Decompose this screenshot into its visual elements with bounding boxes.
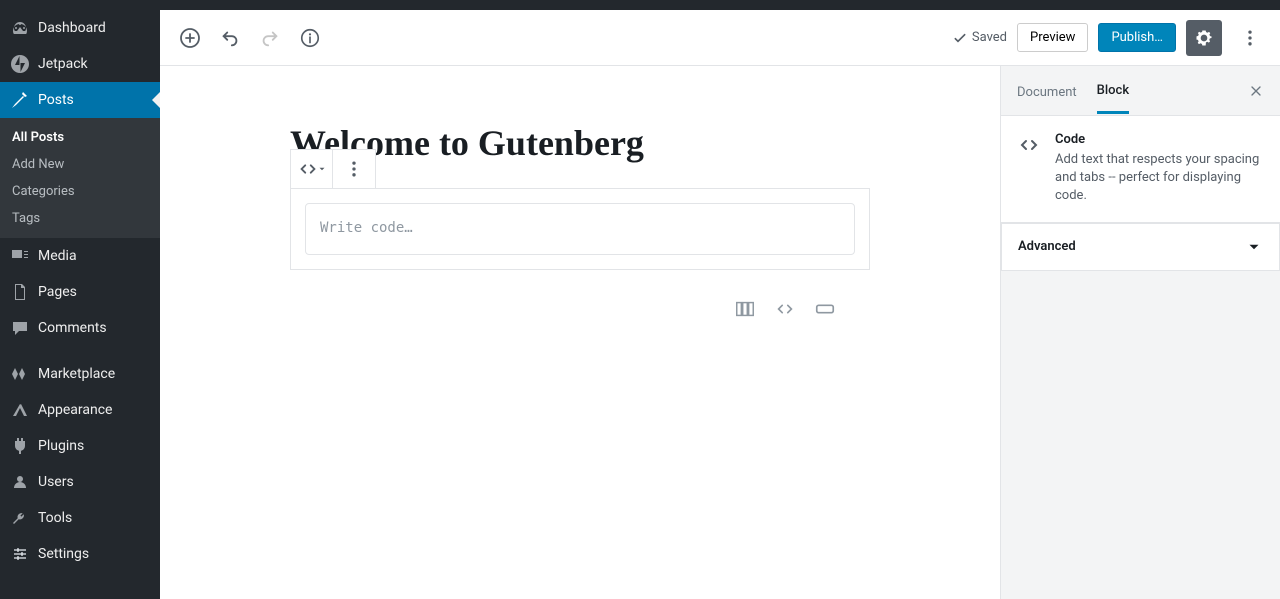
dashboard-icon: [10, 18, 30, 38]
block-description: Add text that respects your spacing and …: [1055, 151, 1264, 206]
close-icon: [1248, 83, 1264, 99]
submenu-all-posts[interactable]: All Posts: [0, 124, 160, 151]
sidebar-item-label: Plugins: [38, 438, 84, 454]
add-block-button[interactable]: [172, 20, 208, 56]
marketplace-icon: [10, 364, 30, 384]
pages-icon: [10, 282, 30, 302]
sidebar-item-label: Marketplace: [38, 366, 115, 382]
comments-icon: [10, 318, 30, 338]
settings-icon: [10, 544, 30, 564]
tab-document[interactable]: Document: [1017, 69, 1077, 113]
saved-label: Saved: [972, 30, 1007, 45]
sidebar-item-comments[interactable]: Comments: [0, 310, 160, 346]
sidebar-item-label: Settings: [38, 546, 89, 562]
sidebar-item-media[interactable]: Media: [0, 238, 160, 274]
block-type-button[interactable]: [291, 150, 333, 188]
plugins-icon: [10, 436, 30, 456]
users-icon: [10, 472, 30, 492]
sidebar-item-label: Jetpack: [38, 56, 88, 72]
sidebar-item-settings[interactable]: Settings: [0, 536, 160, 572]
block-more-button[interactable]: [333, 150, 375, 188]
posts-submenu: All Posts Add New Categories Tags: [0, 118, 160, 238]
sidebar-item-tools[interactable]: Tools: [0, 500, 160, 536]
settings-toggle-button[interactable]: [1186, 20, 1222, 56]
submenu-categories[interactable]: Categories: [0, 178, 160, 205]
post-title[interactable]: Welcome to Gutenberg: [290, 122, 870, 164]
media-icon: [10, 246, 30, 266]
sidebar-item-label: Dashboard: [38, 20, 106, 36]
sidebar-item-marketplace[interactable]: Marketplace: [0, 356, 160, 392]
submenu-tags[interactable]: Tags: [0, 205, 160, 232]
check-icon: [952, 30, 968, 46]
sidebar-item-label: Users: [38, 474, 74, 490]
code-input[interactable]: [305, 203, 855, 255]
block-info-section: Code Add text that respects your spacing…: [1001, 116, 1280, 223]
header-more-button[interactable]: [1232, 20, 1268, 56]
publish-button[interactable]: Publish…: [1098, 23, 1176, 52]
editor-canvas[interactable]: Welcome to Gutenberg: [160, 66, 1000, 599]
panel-tabs: Document Block: [1001, 66, 1280, 116]
pin-icon: [10, 90, 30, 110]
preview-button[interactable]: Preview: [1017, 23, 1088, 52]
settings-panel: Document Block Code Add text that respec…: [1000, 66, 1280, 599]
advanced-label: Advanced: [1018, 239, 1076, 254]
panel-close-button[interactable]: [1248, 83, 1264, 99]
code-shortcut[interactable]: [774, 298, 796, 320]
undo-button[interactable]: [212, 20, 248, 56]
sidebar-item-label: Pages: [38, 284, 77, 300]
block-inserter-shortcuts: [290, 270, 870, 320]
button-shortcut[interactable]: [814, 298, 836, 320]
sidebar-item-dashboard[interactable]: Dashboard: [0, 10, 160, 46]
sidebar-item-posts[interactable]: Posts: [0, 82, 160, 118]
tab-block[interactable]: Block: [1097, 67, 1129, 114]
more-vertical-icon: [344, 159, 364, 179]
sidebar-item-label: Media: [38, 248, 77, 264]
chevron-down-icon: [1245, 238, 1263, 256]
chevron-down-icon: [317, 164, 327, 174]
tools-icon: [10, 508, 30, 528]
editor-header: Saved Preview Publish…: [160, 10, 1280, 66]
appearance-icon: [10, 400, 30, 420]
columns-shortcut[interactable]: [734, 298, 756, 320]
saved-indicator: Saved: [952, 30, 1007, 46]
block-toolbar: [290, 149, 376, 189]
code-icon: [1017, 133, 1041, 157]
advanced-toggle[interactable]: Advanced: [1001, 223, 1280, 271]
sidebar-item-appearance[interactable]: Appearance: [0, 392, 160, 428]
sidebar-item-label: Tools: [38, 510, 72, 526]
sidebar-item-label: Appearance: [38, 402, 112, 418]
admin-sidebar: Dashboard Jetpack Posts All Posts Add Ne…: [0, 10, 160, 599]
editor-main: Saved Preview Publish… Welcome to Gutenb…: [160, 10, 1280, 599]
sidebar-item-label: Posts: [38, 92, 74, 108]
info-button[interactable]: [292, 20, 328, 56]
sidebar-item-users[interactable]: Users: [0, 464, 160, 500]
admin-bar: [0, 0, 1280, 10]
code-icon: [297, 158, 319, 180]
sidebar-item-jetpack[interactable]: Jetpack: [0, 46, 160, 82]
block-name-label: Code: [1055, 132, 1264, 147]
sidebar-item-pages[interactable]: Pages: [0, 274, 160, 310]
sidebar-item-label: Comments: [38, 320, 107, 336]
submenu-add-new[interactable]: Add New: [0, 151, 160, 178]
jetpack-icon: [10, 54, 30, 74]
code-block[interactable]: [290, 188, 870, 270]
sidebar-item-plugins[interactable]: Plugins: [0, 428, 160, 464]
redo-button[interactable]: [252, 20, 288, 56]
